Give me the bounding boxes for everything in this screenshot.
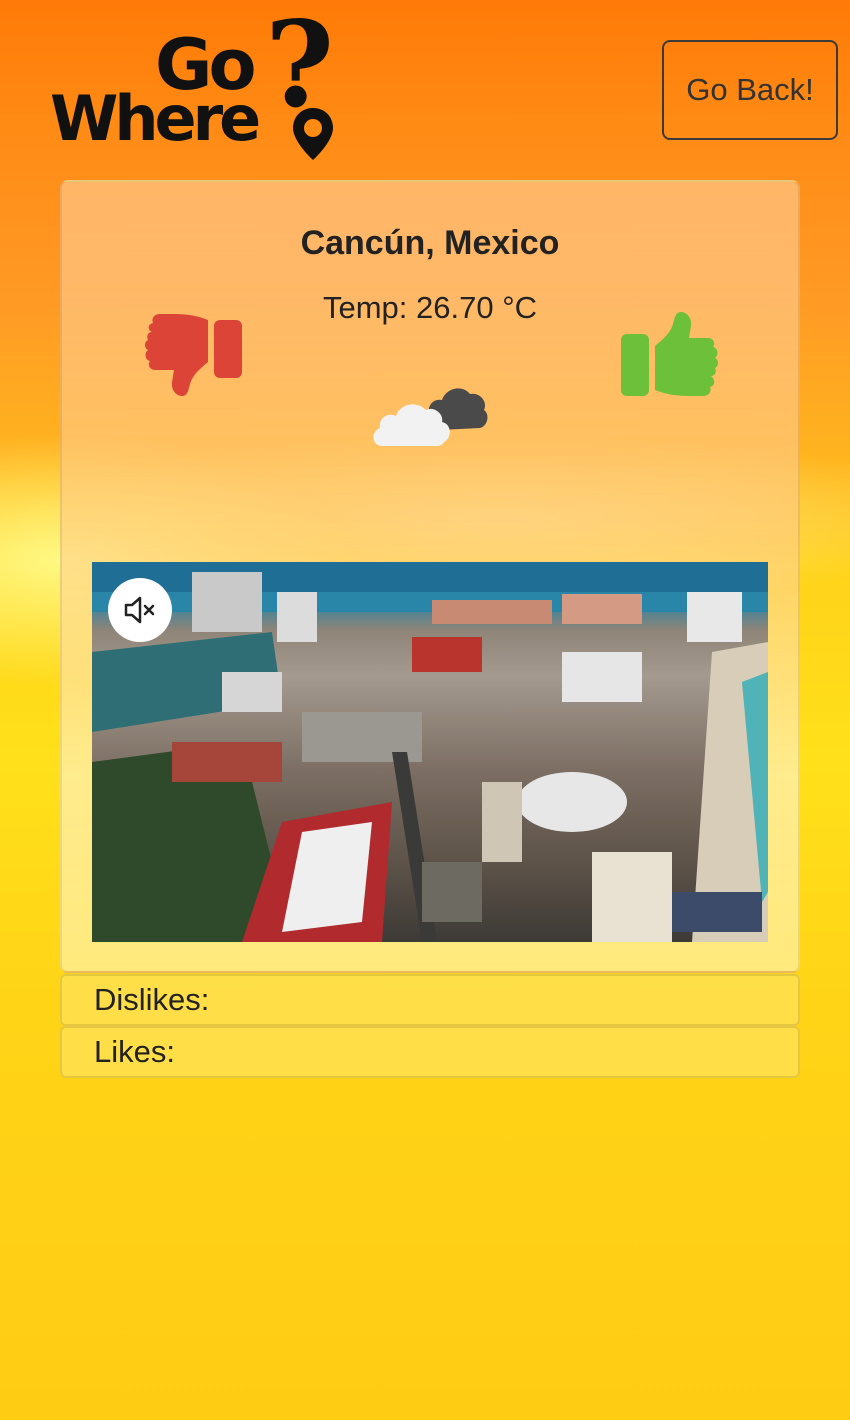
- go-where-logo: Go ? Where: [50, 6, 360, 165]
- volume-mute-icon: [124, 596, 155, 624]
- map-pin-icon: [293, 108, 333, 160]
- dislikes-label: Dislikes:: [94, 982, 210, 1017]
- cloudy-icon: [373, 388, 488, 446]
- thumbs-down-icon[interactable]: [144, 310, 244, 400]
- likes-row: Likes:: [60, 1026, 800, 1078]
- go-back-button[interactable]: Go Back!: [662, 40, 838, 140]
- destination-card: Cancún, Mexico Temp: 26.70 °C: [60, 180, 800, 973]
- dislikes-row: Dislikes:: [60, 974, 800, 1026]
- destination-video[interactable]: [92, 562, 768, 942]
- logo-word-where: Where: [50, 82, 261, 155]
- aerial-city-scene: [92, 562, 768, 942]
- thumbs-up-icon[interactable]: [619, 312, 719, 402]
- likes-label: Likes:: [94, 1034, 175, 1069]
- mute-toggle-button[interactable]: [108, 578, 172, 642]
- city-title: Cancún, Mexico: [300, 224, 560, 262]
